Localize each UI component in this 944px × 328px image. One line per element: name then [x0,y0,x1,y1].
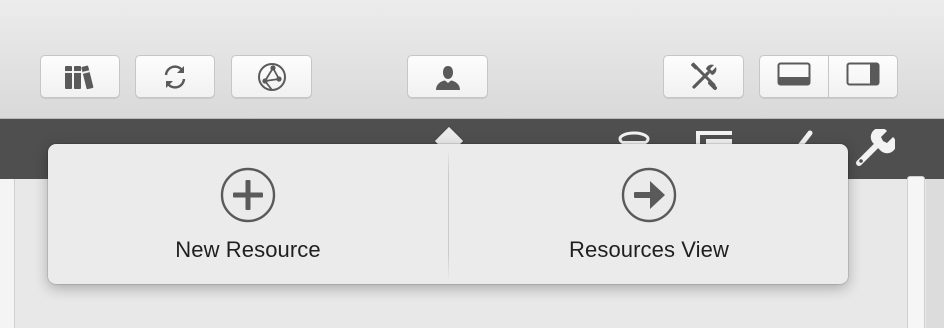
arrow-right-circle-icon [620,166,678,224]
network-button[interactable] [231,55,312,98]
popover-arrow [434,121,464,145]
new-resource-label: New Resource [175,237,321,262]
sync-icon [160,62,190,92]
right-panel-button[interactable] [828,56,897,97]
toolbar [0,0,944,119]
bottom-panel-icon [777,62,811,91]
app-window: New Resource Resources View [0,0,944,328]
books-icon [63,63,97,91]
resources-button[interactable] [407,55,488,98]
bottom-panel-button[interactable] [760,56,828,97]
wrench-icon[interactable] [855,127,897,174]
right-panel-icon [846,62,880,91]
network-icon [256,61,288,93]
resources-popover: New Resource Resources View [48,144,848,284]
resources-view-label: Resources View [569,237,729,262]
plus-circle-icon [219,166,277,224]
right-panel-edge [907,176,925,328]
resources-view-item[interactable]: Resources View [449,144,849,284]
person-icon [433,63,463,91]
window-edge [926,179,944,328]
tools-icon [688,61,720,93]
sync-button[interactable] [135,55,215,98]
new-resource-item[interactable]: New Resource [48,144,448,284]
sidebar-edge [0,179,15,328]
library-button[interactable] [40,55,120,98]
layout-toggle [759,55,898,98]
tools-button[interactable] [663,55,744,98]
